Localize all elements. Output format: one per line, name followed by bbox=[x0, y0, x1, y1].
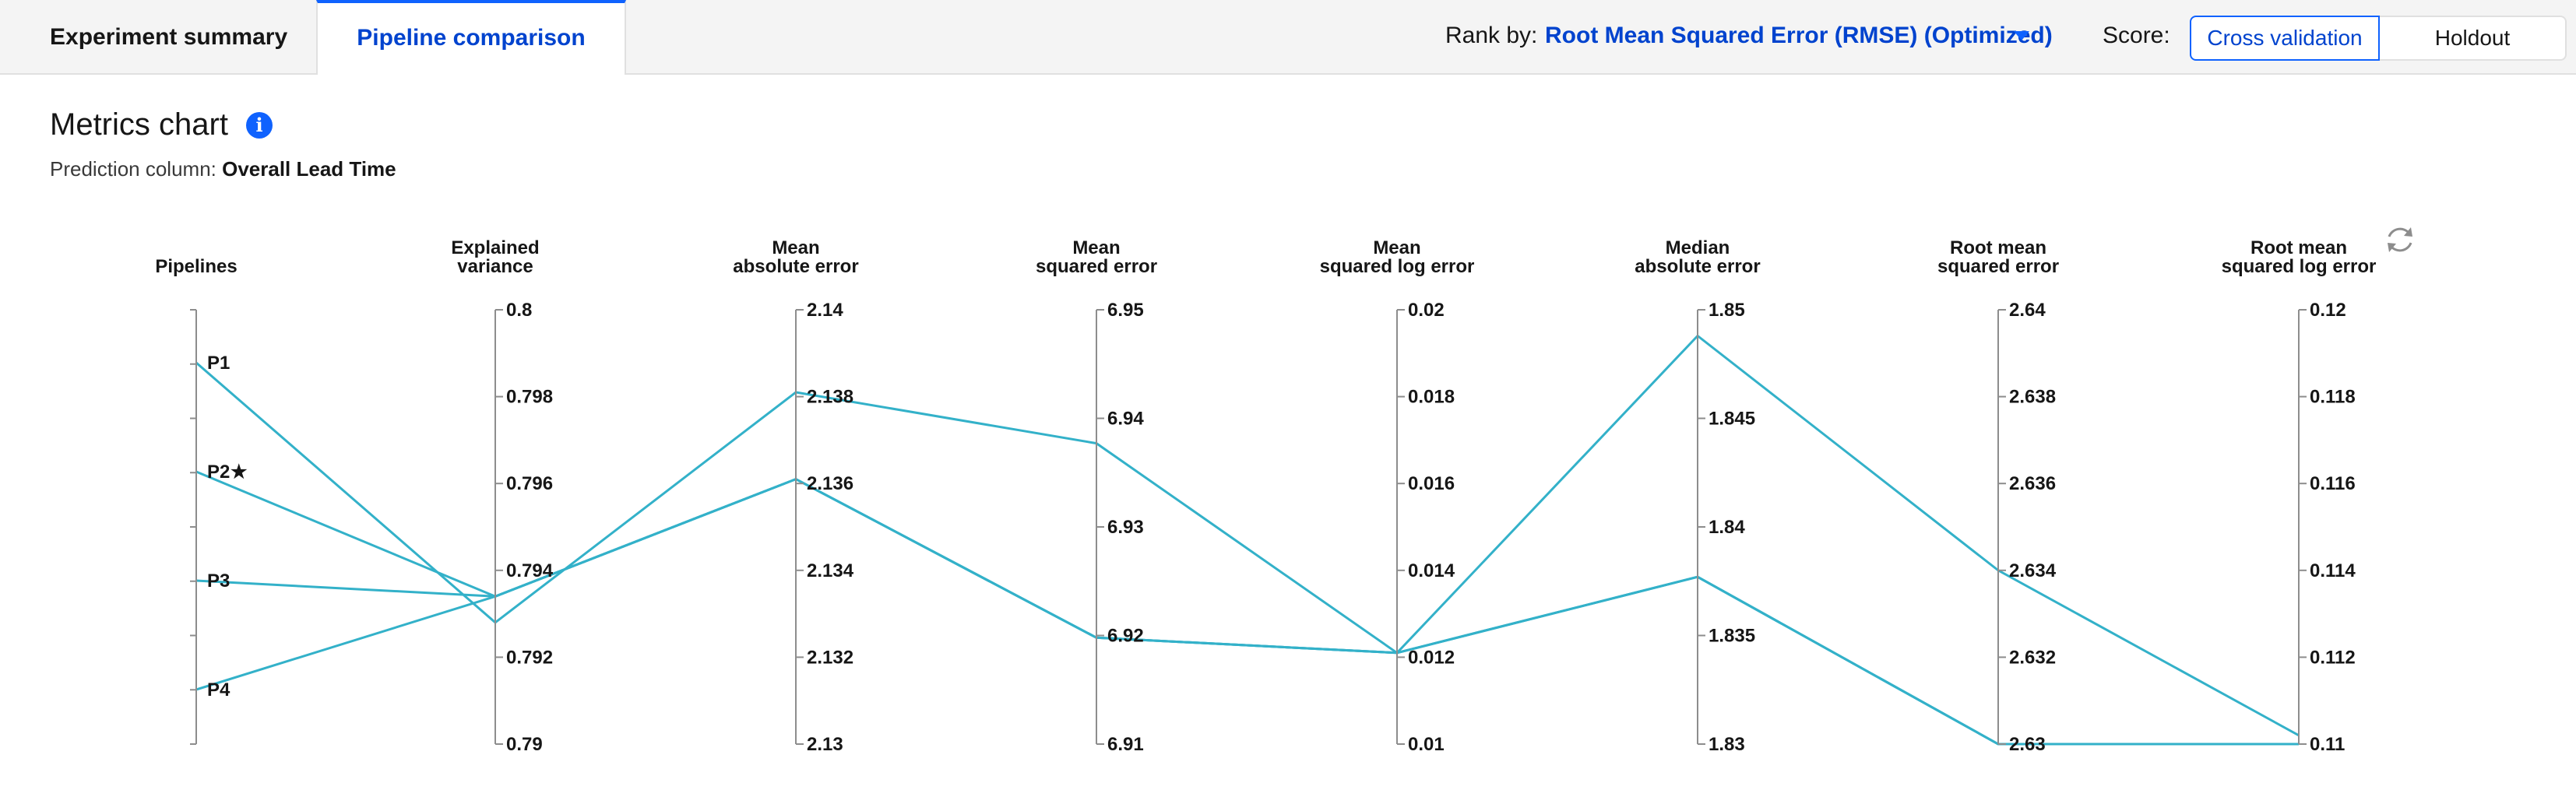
tick-label: 2.634 bbox=[2009, 560, 2057, 581]
series-line-p2[interactable] bbox=[195, 470, 2299, 746]
tick-label: 6.91 bbox=[1107, 734, 1144, 755]
tick-label: 0.792 bbox=[506, 647, 553, 668]
rank-by-dropdown[interactable]: Root Mean Squared Error (RMSE) (Optimize… bbox=[1545, 0, 2053, 72]
pipeline-label: P4 bbox=[207, 679, 231, 700]
chevron-down-icon[interactable] bbox=[2014, 31, 2029, 40]
tick-label: 0.116 bbox=[2310, 473, 2356, 494]
page-title: Metrics chart bbox=[50, 107, 228, 142]
tick-label: 1.83 bbox=[1709, 734, 1745, 755]
tick-label: 2.136 bbox=[807, 473, 853, 494]
tick-label: 6.95 bbox=[1107, 300, 1144, 321]
tick-label: 0.12 bbox=[2310, 300, 2346, 321]
tick-label: 6.93 bbox=[1107, 517, 1144, 538]
tick-label: 6.92 bbox=[1107, 626, 1144, 647]
tick-label: 2.638 bbox=[2009, 387, 2056, 408]
prediction-label: Prediction column: bbox=[50, 157, 223, 181]
axis-title: absolute error bbox=[733, 256, 858, 277]
tick-label: 2.63 bbox=[2009, 734, 2046, 755]
tick-label: 0.11 bbox=[2310, 734, 2345, 755]
holdout-button[interactable]: Holdout bbox=[2380, 16, 2567, 61]
tick-label: 0.012 bbox=[1408, 647, 1455, 668]
tick-label: 6.94 bbox=[1107, 409, 1144, 430]
axis-title: squared error bbox=[1036, 256, 1157, 277]
top-toolbar: Experiment summary Pipeline comparison R… bbox=[0, 0, 2576, 75]
metrics-chart: Pipelines P1 P2 ★ P3 P4 Explainedvariance 0.8 0.… bbox=[155, 227, 2412, 755]
tick-label: 0.014 bbox=[1408, 560, 1455, 581]
tick-label: 2.13 bbox=[807, 734, 843, 755]
refresh-icon[interactable] bbox=[2388, 227, 2412, 252]
pipeline-label: P3 bbox=[207, 571, 230, 592]
axis-title: Mean bbox=[1072, 237, 1120, 258]
tick-label: 0.118 bbox=[2310, 387, 2356, 408]
axis-title: Pipelines bbox=[155, 256, 237, 277]
cross-validation-button[interactable]: Cross validation bbox=[2190, 16, 2380, 61]
tab-experiment-summary[interactable]: Experiment summary bbox=[0, 0, 316, 75]
tick-label: 2.132 bbox=[807, 647, 853, 668]
series-line-p4[interactable] bbox=[195, 477, 2299, 746]
axis-title: variance bbox=[457, 256, 533, 277]
tick-label: 0.796 bbox=[506, 473, 553, 494]
pipeline-label: P2 bbox=[207, 462, 230, 483]
prediction-value: Overall Lead Time bbox=[222, 157, 396, 181]
tick-label: 0.794 bbox=[506, 560, 554, 581]
tick-label: 0.02 bbox=[1408, 300, 1445, 321]
tick-label: 0.01 bbox=[1408, 734, 1445, 755]
tick-label: 2.636 bbox=[2009, 473, 2056, 494]
tick-label: 0.8 bbox=[506, 300, 532, 321]
tick-label: 1.85 bbox=[1709, 300, 1745, 321]
tick-label: 1.84 bbox=[1709, 517, 1745, 538]
series-line-p3[interactable] bbox=[195, 477, 2299, 746]
tick-label: 0.79 bbox=[506, 734, 543, 755]
tick-label: 2.138 bbox=[807, 387, 853, 408]
tab-pipeline-comparison[interactable]: Pipeline comparison bbox=[316, 0, 626, 75]
axis-title: squared log error bbox=[1320, 256, 1475, 277]
tick-label: 1.845 bbox=[1709, 409, 1755, 430]
tick-label: 0.112 bbox=[2310, 647, 2356, 668]
tick-label: 2.14 bbox=[807, 300, 843, 321]
axis-title: Mean bbox=[1373, 237, 1420, 258]
tick-label: 2.134 bbox=[807, 560, 854, 581]
axis-title: Mean bbox=[772, 237, 819, 258]
axis-title: Median bbox=[1666, 237, 1730, 258]
tick-label: 0.798 bbox=[506, 387, 553, 408]
tick-label: 2.632 bbox=[2009, 647, 2056, 668]
score-label: Score: bbox=[2103, 23, 2170, 48]
tick-label: 2.64 bbox=[2009, 300, 2046, 321]
rank-by-label: Rank by: bbox=[1445, 23, 1538, 48]
axis-title: Root mean bbox=[1950, 237, 2046, 258]
axis-title: absolute error bbox=[1635, 256, 1760, 277]
tick-label: 1.835 bbox=[1709, 626, 1755, 647]
tick-label: 0.018 bbox=[1408, 387, 1455, 408]
prediction-column: Prediction column: Overall Lead Time bbox=[50, 157, 396, 181]
axis-title: squared error bbox=[1937, 256, 2059, 277]
pipeline-label: P1 bbox=[207, 353, 230, 374]
tick-label: 0.114 bbox=[2310, 560, 2356, 581]
axis-title: Explained bbox=[451, 237, 539, 258]
axis-title: Root mean bbox=[2250, 237, 2347, 258]
axis-title: squared log error bbox=[2222, 256, 2377, 277]
star-icon: ★ bbox=[231, 462, 248, 483]
info-icon[interactable]: i bbox=[246, 112, 273, 139]
tick-label: 0.016 bbox=[1408, 473, 1455, 494]
